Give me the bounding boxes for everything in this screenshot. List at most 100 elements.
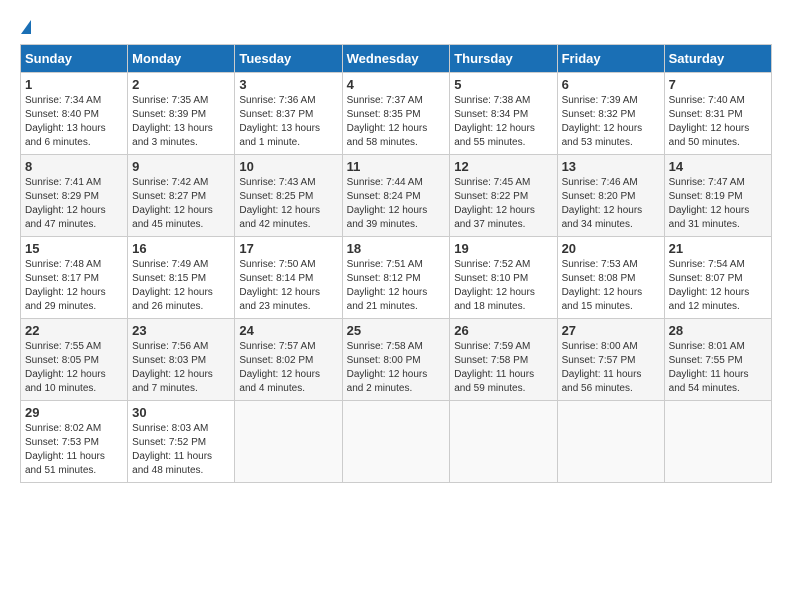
day-info: Sunrise: 7:47 AMSunset: 8:19 PMDaylight:…	[669, 176, 767, 232]
calendar-cell: 11 Sunrise: 7:44 AMSunset: 8:24 PMDayligh…	[342, 155, 450, 237]
calendar-cell: 3 Sunrise: 7:36 AMSunset: 8:37 PMDaylight…	[235, 73, 342, 155]
day-number: 29	[25, 405, 123, 420]
calendar-cell: 7 Sunrise: 7:40 AMSunset: 8:31 PMDaylight…	[664, 73, 771, 155]
calendar-cell: 22 Sunrise: 7:55 AMSunset: 8:05 PMDayligh…	[21, 319, 128, 401]
day-number: 19	[454, 241, 552, 256]
day-info: Sunrise: 7:39 AMSunset: 8:32 PMDaylight:…	[562, 94, 660, 150]
day-number: 1	[25, 77, 123, 92]
day-number: 22	[25, 323, 123, 338]
calendar-cell: 17 Sunrise: 7:50 AMSunset: 8:14 PMDayligh…	[235, 237, 342, 319]
day-info: Sunrise: 7:46 AMSunset: 8:20 PMDaylight:…	[562, 176, 660, 232]
calendar-cell	[342, 401, 450, 483]
day-info: Sunrise: 7:49 AMSunset: 8:15 PMDaylight:…	[132, 258, 230, 314]
calendar-cell: 8 Sunrise: 7:41 AMSunset: 8:29 PMDaylight…	[21, 155, 128, 237]
day-number: 5	[454, 77, 552, 92]
calendar-cell: 16 Sunrise: 7:49 AMSunset: 8:15 PMDayligh…	[128, 237, 235, 319]
calendar-cell: 15 Sunrise: 7:48 AMSunset: 8:17 PMDayligh…	[21, 237, 128, 319]
calendar-header-row: SundayMondayTuesdayWednesdayThursdayFrid…	[21, 45, 772, 73]
column-header-wednesday: Wednesday	[342, 45, 450, 73]
day-info: Sunrise: 7:44 AMSunset: 8:24 PMDaylight:…	[347, 176, 446, 232]
day-number: 26	[454, 323, 552, 338]
day-number: 27	[562, 323, 660, 338]
day-info: Sunrise: 7:34 AMSunset: 8:40 PMDaylight:…	[25, 94, 123, 150]
calendar-week-row: 15 Sunrise: 7:48 AMSunset: 8:17 PMDayligh…	[21, 237, 772, 319]
column-header-thursday: Thursday	[450, 45, 557, 73]
day-number: 4	[347, 77, 446, 92]
column-header-monday: Monday	[128, 45, 235, 73]
calendar-cell: 30 Sunrise: 8:03 AMSunset: 7:52 PMDayligh…	[128, 401, 235, 483]
calendar-cell: 5Sunrise: 7:38 AMSunset: 8:34 PMDaylight…	[450, 73, 557, 155]
day-info: Sunrise: 7:53 AMSunset: 8:08 PMDaylight:…	[562, 258, 660, 314]
day-number: 8	[25, 159, 123, 174]
day-number: 18	[347, 241, 446, 256]
day-info: Sunrise: 7:50 AMSunset: 8:14 PMDaylight:…	[239, 258, 337, 314]
day-info: Sunrise: 7:42 AMSunset: 8:27 PMDaylight:…	[132, 176, 230, 232]
calendar-cell: 27 Sunrise: 8:00 AMSunset: 7:57 PMDayligh…	[557, 319, 664, 401]
calendar-week-row: 8 Sunrise: 7:41 AMSunset: 8:29 PMDaylight…	[21, 155, 772, 237]
calendar-week-row: 22 Sunrise: 7:55 AMSunset: 8:05 PMDayligh…	[21, 319, 772, 401]
day-number: 2	[132, 77, 230, 92]
column-header-tuesday: Tuesday	[235, 45, 342, 73]
day-info: Sunrise: 7:57 AMSunset: 8:02 PMDaylight:…	[239, 340, 337, 396]
day-info: Sunrise: 7:55 AMSunset: 8:05 PMDaylight:…	[25, 340, 123, 396]
day-number: 6	[562, 77, 660, 92]
day-info: Sunrise: 8:02 AMSunset: 7:53 PMDaylight:…	[25, 422, 123, 478]
day-info: Sunrise: 7:36 AMSunset: 8:37 PMDaylight:…	[239, 94, 337, 150]
calendar-cell: 24 Sunrise: 7:57 AMSunset: 8:02 PMDayligh…	[235, 319, 342, 401]
calendar-cell: 6 Sunrise: 7:39 AMSunset: 8:32 PMDaylight…	[557, 73, 664, 155]
day-number: 17	[239, 241, 337, 256]
day-number: 10	[239, 159, 337, 174]
day-number: 11	[347, 159, 446, 174]
day-number: 15	[25, 241, 123, 256]
day-number: 16	[132, 241, 230, 256]
day-number: 12	[454, 159, 552, 174]
day-info: Sunrise: 7:37 AMSunset: 8:35 PMDaylight:…	[347, 94, 446, 150]
calendar-cell: 28 Sunrise: 8:01 AMSunset: 7:55 PMDayligh…	[664, 319, 771, 401]
calendar-cell: 2 Sunrise: 7:35 AMSunset: 8:39 PMDaylight…	[128, 73, 235, 155]
day-info: Sunrise: 7:35 AMSunset: 8:39 PMDaylight:…	[132, 94, 230, 150]
day-number: 20	[562, 241, 660, 256]
day-number: 3	[239, 77, 337, 92]
day-info: Sunrise: 8:01 AMSunset: 7:55 PMDaylight:…	[669, 340, 767, 396]
day-number: 13	[562, 159, 660, 174]
day-number: 7	[669, 77, 767, 92]
calendar-cell: 12Sunrise: 7:45 AMSunset: 8:22 PMDayligh…	[450, 155, 557, 237]
calendar-week-row: 29 Sunrise: 8:02 AMSunset: 7:53 PMDayligh…	[21, 401, 772, 483]
day-number: 23	[132, 323, 230, 338]
day-number: 24	[239, 323, 337, 338]
calendar-cell: 4 Sunrise: 7:37 AMSunset: 8:35 PMDaylight…	[342, 73, 450, 155]
day-info: Sunrise: 7:58 AMSunset: 8:00 PMDaylight:…	[347, 340, 446, 396]
calendar-cell	[235, 401, 342, 483]
day-info: Sunrise: 7:48 AMSunset: 8:17 PMDaylight:…	[25, 258, 123, 314]
calendar-cell: 1 Sunrise: 7:34 AMSunset: 8:40 PMDaylight…	[21, 73, 128, 155]
calendar-week-row: 1 Sunrise: 7:34 AMSunset: 8:40 PMDaylight…	[21, 73, 772, 155]
day-info: Sunrise: 7:54 AMSunset: 8:07 PMDaylight:…	[669, 258, 767, 314]
calendar-cell: 20 Sunrise: 7:53 AMSunset: 8:08 PMDayligh…	[557, 237, 664, 319]
day-info: Sunrise: 7:40 AMSunset: 8:31 PMDaylight:…	[669, 94, 767, 150]
calendar-cell: 9 Sunrise: 7:42 AMSunset: 8:27 PMDaylight…	[128, 155, 235, 237]
day-info: Sunrise: 8:03 AMSunset: 7:52 PMDaylight:…	[132, 422, 230, 478]
logo-triangle-icon	[21, 20, 31, 34]
calendar-cell: 18 Sunrise: 7:51 AMSunset: 8:12 PMDayligh…	[342, 237, 450, 319]
day-info: Sunrise: 8:00 AMSunset: 7:57 PMDaylight:…	[562, 340, 660, 396]
calendar-cell: 25 Sunrise: 7:58 AMSunset: 8:00 PMDayligh…	[342, 319, 450, 401]
day-info: Sunrise: 7:41 AMSunset: 8:29 PMDaylight:…	[25, 176, 123, 232]
day-number: 9	[132, 159, 230, 174]
day-info: Sunrise: 7:56 AMSunset: 8:03 PMDaylight:…	[132, 340, 230, 396]
day-number: 28	[669, 323, 767, 338]
day-info: Sunrise: 7:51 AMSunset: 8:12 PMDaylight:…	[347, 258, 446, 314]
calendar-cell	[450, 401, 557, 483]
calendar-cell: 23 Sunrise: 7:56 AMSunset: 8:03 PMDayligh…	[128, 319, 235, 401]
calendar-cell	[664, 401, 771, 483]
calendar-cell: 13 Sunrise: 7:46 AMSunset: 8:20 PMDayligh…	[557, 155, 664, 237]
calendar-cell: 10Sunrise: 7:43 AMSunset: 8:25 PMDayligh…	[235, 155, 342, 237]
page-header	[20, 20, 772, 34]
day-number: 25	[347, 323, 446, 338]
calendar-cell: 29 Sunrise: 8:02 AMSunset: 7:53 PMDayligh…	[21, 401, 128, 483]
day-number: 30	[132, 405, 230, 420]
calendar-cell: 21Sunrise: 7:54 AMSunset: 8:07 PMDayligh…	[664, 237, 771, 319]
column-header-sunday: Sunday	[21, 45, 128, 73]
day-number: 14	[669, 159, 767, 174]
logo	[20, 20, 31, 34]
column-header-friday: Friday	[557, 45, 664, 73]
